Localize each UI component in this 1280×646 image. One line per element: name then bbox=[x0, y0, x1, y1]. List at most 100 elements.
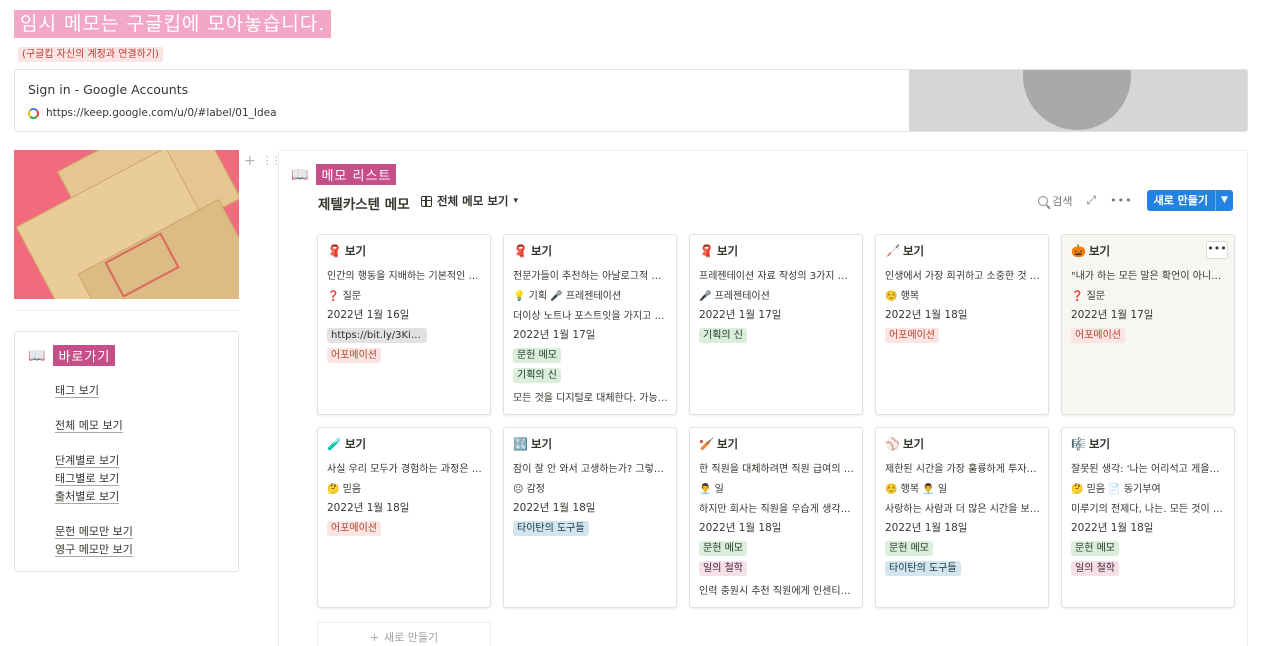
card-page-icon: 🧣 bbox=[699, 244, 714, 258]
card-tag: 일의 철학 bbox=[1071, 561, 1119, 576]
card-tag: 문헌 메모 bbox=[1071, 541, 1119, 556]
card-property: 미루기의 전제다, 나는. 모든 것이 완... bbox=[1071, 504, 1226, 515]
chevron-down-icon[interactable]: ▼ bbox=[1215, 190, 1233, 211]
card-date: 2022년 1월 18일 bbox=[513, 502, 596, 514]
new-button-label: 새로 만들기 bbox=[1153, 194, 1208, 207]
more-icon[interactable]: ••• bbox=[1110, 194, 1132, 207]
card-title-text: 보기 bbox=[344, 437, 367, 451]
link-by-tag[interactable]: 태그별로 보기 bbox=[55, 472, 120, 486]
card-property: 사실 우리 모두가 경험하는 과정은 이... bbox=[327, 464, 482, 475]
card-title-text: 보기 bbox=[716, 244, 739, 258]
page-subtitle: (구글킵 자신의 계정과 연결하기) bbox=[18, 47, 163, 62]
card-property: 🤔 믿음 📄 동기부여 bbox=[1071, 484, 1161, 495]
link-tag-view[interactable]: 태그 보기 bbox=[55, 384, 99, 398]
search-icon bbox=[1038, 195, 1049, 206]
link-by-stage[interactable]: 단계별로 보기 bbox=[55, 454, 120, 468]
card-title: 🧣 보기 bbox=[513, 243, 552, 259]
card-property: 하지만 회사는 직원을 우습게 생각한... bbox=[699, 504, 854, 515]
card-title-text: 보기 bbox=[902, 437, 925, 451]
card-title: 🧪 보기 bbox=[327, 436, 366, 452]
card-tag: 일의 철학 bbox=[699, 561, 747, 576]
card-date: 2022년 1월 18일 bbox=[1071, 522, 1154, 534]
bookmark-thumbnail bbox=[909, 70, 1247, 131]
card-property: 더이상 노트나 포스트잇을 가지고 다... bbox=[513, 311, 668, 322]
memo-card[interactable]: 🧣 보기 인간의 행동을 지배하는 기본적인 힘... ❓ 질문 2022년 1월 16… bbox=[317, 234, 491, 415]
card-title: 🎼 보기 bbox=[1071, 436, 1110, 452]
card-title: 🏏 보기 bbox=[699, 436, 738, 452]
card-more-button[interactable]: ••• bbox=[1206, 241, 1228, 259]
card-title: ⚾ 보기 bbox=[885, 436, 924, 452]
card-property: ❓ 질문 bbox=[1071, 291, 1106, 302]
link-by-source[interactable]: 출처별로 보기 bbox=[55, 490, 120, 504]
memo-list-heading: 메모 리스트 bbox=[316, 164, 397, 185]
card-property: 잠이 잘 안 와서 고생하는가? 그렇다... bbox=[513, 464, 668, 475]
memo-card[interactable]: 🧣 보기프레젠테이션 자료 작성의 3가지 원... 🎤 프레젠테이션 2022년 1… bbox=[689, 234, 863, 415]
shortcut-heading: 바로가기 bbox=[53, 345, 116, 366]
card-property: "내가 하는 모든 말은 확언이 아니라 ... bbox=[1071, 271, 1226, 282]
card-page-icon: 🧣 bbox=[513, 244, 528, 258]
database-toolbar: 검색 ⤢ ••• 새로 만들기 ▼ bbox=[1038, 190, 1233, 211]
card-page-icon: 🦯 bbox=[885, 244, 900, 258]
card-page-icon: 🧣 bbox=[327, 244, 342, 258]
memo-card[interactable]: ⚾ 보기 제한된 시간을 가장 훌륭하게 투자하... ☺️ 행복 👨‍💼 일 사랑하는… bbox=[875, 427, 1049, 608]
card-title-text: 보기 bbox=[344, 244, 367, 258]
card-title: 🔣 보기 bbox=[513, 436, 552, 452]
card-tag: 어포메이션 bbox=[885, 328, 939, 343]
memo-list-heading-row: 📖 메모 리스트 bbox=[291, 164, 397, 185]
cover-image bbox=[14, 150, 239, 299]
shortcut-heading-row: 📖 바로가기 bbox=[28, 345, 116, 366]
add-card-label: 새로 만들기 bbox=[384, 631, 439, 644]
memo-card[interactable]: 🔣 보기잠이 잘 안 와서 고생하는가? 그렇다... 😐 감정 2022년 1월 1… bbox=[503, 427, 677, 608]
bookmark-link[interactable]: Sign in - Google Accounts https://keep.g… bbox=[14, 69, 1248, 132]
card-tag: 기획의 신 bbox=[513, 368, 561, 383]
memo-card[interactable]: 🎼 보기 잘못된 생각: '나는 어리석고 게을러' ... 🤔 믿음 📄 동기부여 미… bbox=[1061, 427, 1235, 608]
card-tag: 문헌 메모 bbox=[699, 541, 747, 556]
bookmark-url-row: https://keep.google.com/u/0/#label/01_Id… bbox=[28, 107, 277, 119]
card-date: 2022년 1월 17일 bbox=[699, 309, 782, 321]
card-property: 한 직원을 대체하려면 직원 급여의 2... bbox=[699, 464, 854, 475]
memo-card[interactable]: 🧪 보기 사실 우리 모두가 경험하는 과정은 이... 🤔 믿음 2022년 1월 1… bbox=[317, 427, 491, 608]
card-page-icon: 🧪 bbox=[327, 437, 342, 451]
card-tag: 기획의 신 bbox=[699, 328, 747, 343]
google-icon bbox=[28, 107, 39, 119]
card-property: 프레젠테이션 자료 작성의 3가지 원... bbox=[699, 271, 854, 282]
memo-card[interactable]: 🎃 보기 "내가 하는 모든 말은 확언이 아니라 ... ❓ 질문 2022년 1월 … bbox=[1061, 234, 1235, 415]
bookmark-title: Sign in - Google Accounts bbox=[28, 82, 189, 97]
database-title[interactable]: 제텔카스텐 메모 bbox=[318, 193, 410, 213]
card-property: 인력 충원시 추천 직원에게 인센티브... bbox=[699, 586, 854, 597]
new-button[interactable]: 새로 만들기 ▼ bbox=[1146, 190, 1233, 211]
search-button[interactable]: 검색 bbox=[1038, 193, 1072, 209]
card-property: 👨‍💼 일 bbox=[699, 484, 724, 495]
book-icon: 📖 bbox=[28, 347, 46, 364]
chevron-down-icon: ▾ bbox=[513, 196, 519, 206]
card-title: 🎃 보기 bbox=[1071, 243, 1110, 259]
card-tag: 문헌 메모 bbox=[513, 348, 561, 363]
card-date: 2022년 1월 18일 bbox=[327, 502, 410, 514]
card-page-icon: ⚾ bbox=[885, 437, 900, 451]
search-label: 검색 bbox=[1052, 194, 1073, 208]
memo-card[interactable]: 🏏 보기한 직원을 대체하려면 직원 급여의 2... 👨‍💼 일하지만 회사는 직… bbox=[689, 427, 863, 608]
add-card-button[interactable]: + 새로 만들기 bbox=[317, 622, 491, 646]
card-property: 💡 기획 🎤 프레젠테이션 bbox=[513, 291, 622, 302]
card-date: 2022년 1월 17일 bbox=[1071, 309, 1154, 321]
card-property: 제한된 시간을 가장 훌륭하게 투자하... bbox=[885, 464, 1040, 475]
card-date: 2022년 1월 18일 bbox=[699, 522, 782, 534]
card-date: 2022년 1월 18일 bbox=[885, 309, 968, 321]
card-date: 2022년 1월 18일 bbox=[885, 522, 968, 534]
card-title-text: 보기 bbox=[902, 244, 925, 258]
link-permanent-memos[interactable]: 영구 메모만 보기 bbox=[55, 543, 133, 557]
card-title: 🧣 보기 bbox=[327, 243, 366, 259]
card-property: 😐 감정 bbox=[513, 484, 546, 495]
card-property: 🎤 프레젠테이션 bbox=[699, 291, 770, 302]
add-block-icon[interactable]: + bbox=[244, 153, 256, 169]
link-all-memos[interactable]: 전체 메모 보기 bbox=[55, 419, 123, 433]
view-selector[interactable]: 전체 메모 보기 ▾ bbox=[421, 193, 518, 209]
memo-card[interactable]: 🦯 보기 인생에서 가장 희귀하고 소중한 것 대... ☺️ 행복 2022년 1월 … bbox=[875, 234, 1049, 415]
link-literature-memos[interactable]: 문헌 메모만 보기 bbox=[55, 525, 133, 539]
memo-card[interactable]: 🧣 보기 전문가들이 추천하는 아날로그적 작업... 💡 기획 🎤 프레젠테이션 더이… bbox=[503, 234, 677, 415]
expand-icon[interactable]: ⤢ bbox=[1086, 193, 1096, 208]
card-page-icon: 🎃 bbox=[1071, 244, 1086, 258]
card-property: ☺️ 행복 bbox=[885, 291, 920, 302]
card-property: 모든 것을 디지털로 대체한다. 가능할... bbox=[513, 393, 668, 404]
card-tag: 어포메이션 bbox=[327, 348, 381, 363]
